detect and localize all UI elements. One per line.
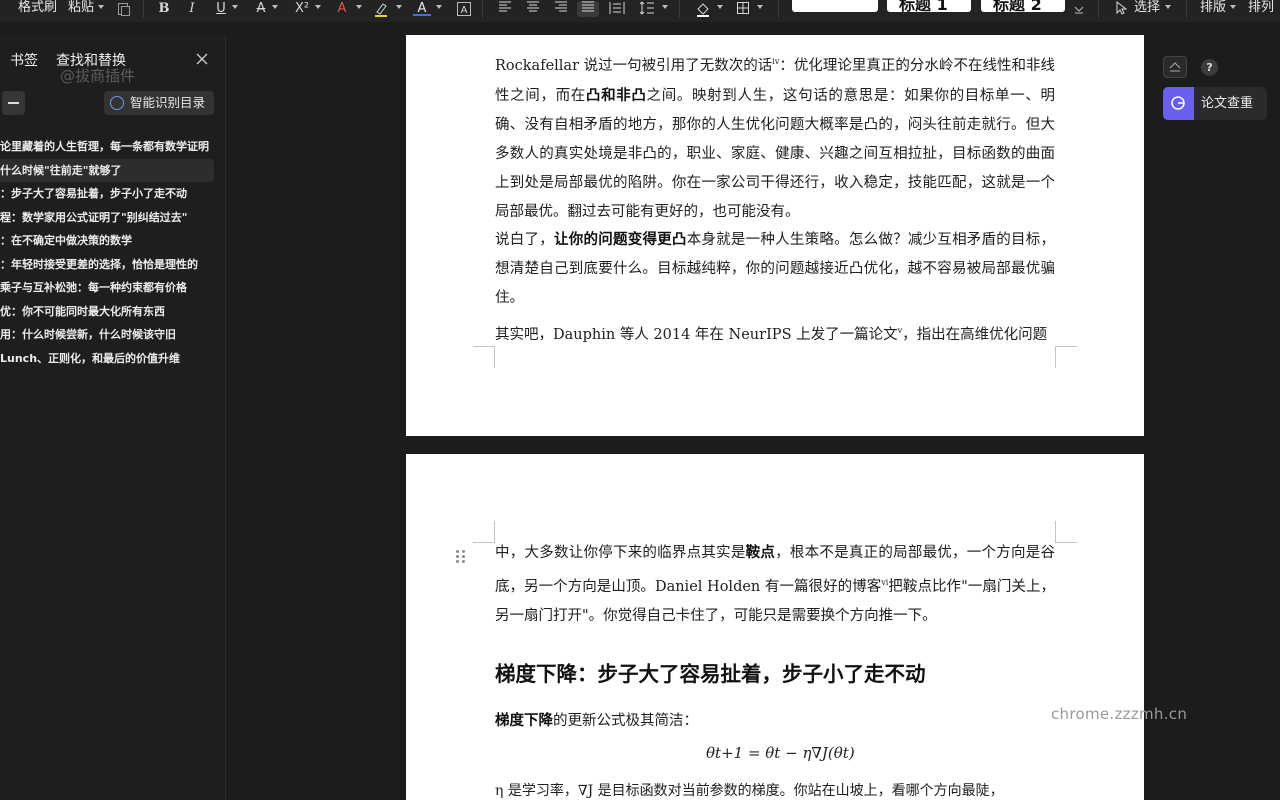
drag-handle-icon[interactable] xyxy=(456,548,466,564)
page-margin-corner xyxy=(1055,346,1077,368)
toc-item[interactable]: ：步子大了容易扯着，步子小了走不动 xyxy=(0,182,214,206)
italic-icon[interactable]: I xyxy=(181,1,203,17)
paper-check-label: 论文查重 xyxy=(1201,96,1254,111)
close-icon[interactable] xyxy=(195,51,209,65)
text-effect-icon[interactable]: A xyxy=(331,1,353,17)
select-button[interactable]: 选择 xyxy=(1134,0,1160,16)
toc-list: 论里藏着的人生哲理，每一条都有数学证明 什么时候"往前走"就够了 ：步子大了容易扯着… xyxy=(0,135,214,370)
select-chevron-down-icon[interactable] xyxy=(1165,5,1171,9)
paper-check-button[interactable]: 论文查重 xyxy=(1163,87,1267,120)
strikethrough-chevron-down-icon[interactable] xyxy=(272,5,278,9)
toolbar-divider xyxy=(482,0,483,18)
paragraph[interactable]: 其实吧，Dauphin 等人 2014 年在 NeurIPS 上发了一篇论文ⅴ，… xyxy=(495,316,1055,350)
font-color-icon[interactable]: A xyxy=(413,1,431,16)
styles-expand-icon[interactable] xyxy=(1068,3,1090,19)
toolbar-divider xyxy=(143,0,144,18)
highlight-chevron-down-icon[interactable] xyxy=(396,5,402,9)
paper-check-icon xyxy=(1163,87,1194,120)
line-spacing-icon[interactable] xyxy=(636,1,658,17)
toc-item[interactable]: 乘子与互补松弛：每一种约束都有价格 xyxy=(0,276,214,300)
paragraph[interactable]: Rockafellar 说过一句被引用了无数次的话ⅳ：优化理论里真正的分水岭不在… xyxy=(495,47,1055,227)
nav-top-button[interactable] xyxy=(1163,56,1187,78)
paragraph[interactable]: η 是学习率，∇J 是目标函数对当前参数的梯度。你站在山坡上，看哪个方向最陡， xyxy=(495,777,1055,800)
svg-text:A: A xyxy=(461,5,468,16)
ribbon-toolbar: 格式刷 粘贴 B I U A X² A A A 标题 1 标题 2 选择 排版 … xyxy=(0,0,1280,22)
site-watermark: chrome.zzzmh.cn xyxy=(1051,705,1188,723)
line-spacing-chevron-down-icon[interactable] xyxy=(662,5,668,9)
navigation-panel: 书签 查找和替换 @拔商插件 智能识别目录 论里藏着的人生哲理，每一条都有数学证… xyxy=(0,35,226,800)
superscript-chevron-down-icon[interactable] xyxy=(315,5,321,9)
clipboard-icon[interactable] xyxy=(113,1,135,17)
paragraph[interactable]: 梯度下降的更新公式极其简洁： xyxy=(495,706,1055,736)
ai-toc-button[interactable]: 智能识别目录 xyxy=(104,91,214,115)
document-page: 中，大多数让你停下来的临界点其实是鞍点，根本不是真正的局部最优，一个方向是谷底，… xyxy=(406,454,1144,800)
borders-chevron-down-icon[interactable] xyxy=(757,5,763,9)
toolbar-divider xyxy=(1098,0,1099,18)
ai-sparkle-icon xyxy=(110,96,124,110)
bold-icon[interactable]: B xyxy=(153,1,175,17)
align-right-icon[interactable] xyxy=(550,1,572,17)
paste-button[interactable]: 粘贴 xyxy=(68,0,94,16)
tab-bookmarks[interactable]: 书签 xyxy=(10,50,38,70)
strikethrough-icon[interactable]: A xyxy=(250,1,272,17)
superscript-icon[interactable]: X² xyxy=(291,1,313,17)
distributed-align-icon[interactable] xyxy=(606,1,628,17)
toolbar-divider xyxy=(679,0,680,18)
shading-chevron-down-icon[interactable] xyxy=(717,5,723,9)
justify-icon[interactable] xyxy=(577,1,599,17)
toc-item[interactable]: Lunch、正则化，和最后的价值升维 xyxy=(0,347,214,371)
typeset-chevron-down-icon[interactable] xyxy=(1230,5,1236,9)
toc-item[interactable]: 用：什么时候尝新，什么时候该守旧 xyxy=(0,323,214,347)
plugin-watermark: @拔商插件 xyxy=(60,67,136,85)
page-margin-corner xyxy=(473,521,495,543)
page-margin-corner xyxy=(1055,521,1077,543)
paragraph[interactable]: 说白了，让你的问题变得更凸本身就是一种人生策略。怎么做？减少互相矛盾的目标，想清… xyxy=(495,225,1055,313)
align-left-icon[interactable] xyxy=(494,1,516,17)
gradient-descent-formula[interactable]: θt+1 = θt − η∇J(θt) xyxy=(706,744,855,762)
shading-fill-icon[interactable] xyxy=(692,1,714,17)
style-heading1-button[interactable]: 标题 1 xyxy=(887,0,971,14)
toc-item[interactable]: 程：数学家用公式证明了"别纠结过去" xyxy=(0,206,214,230)
format-painter-button[interactable]: 格式刷 xyxy=(18,0,57,16)
collapse-button[interactable] xyxy=(2,91,25,115)
toc-item[interactable]: ：在不确定中做决策的数学 xyxy=(0,229,214,253)
arrange-button[interactable]: 排列 xyxy=(1248,0,1274,16)
page-margin-corner xyxy=(473,346,495,368)
underline-icon[interactable]: U xyxy=(210,1,232,17)
underline-chevron-down-icon[interactable] xyxy=(232,5,238,9)
toolbar-divider xyxy=(1186,0,1187,18)
document-page: Rockafellar 说过一句被引用了无数次的话ⅳ：优化理论里真正的分水岭不在… xyxy=(406,35,1144,436)
toc-item[interactable]: 论里藏着的人生哲理，每一条都有数学证明 xyxy=(0,135,214,159)
typeset-button[interactable]: 排版 xyxy=(1200,0,1226,16)
section-heading[interactable]: 梯度下降：步子大了容易扯着，步子小了走不动 xyxy=(495,657,926,687)
style-normal-button[interactable] xyxy=(792,0,878,12)
toc-item[interactable]: 优：你不可能同时最大化所有东西 xyxy=(0,300,214,324)
toc-item[interactable]: ：年轻时接受更差的选择，恰恰是理性的 xyxy=(0,253,214,277)
highlight-icon[interactable] xyxy=(370,1,392,17)
font-color-chevron-down-icon[interactable] xyxy=(436,5,442,9)
style-heading2-button[interactable]: 标题 2 xyxy=(981,0,1065,14)
select-cursor-icon[interactable] xyxy=(1110,1,1132,17)
borders-icon[interactable] xyxy=(732,1,754,17)
paragraph[interactable]: 中，大多数让你停下来的临界点其实是鞍点，根本不是真正的局部最优，一个方向是谷底，… xyxy=(495,538,1055,631)
character-border-icon[interactable]: A xyxy=(453,1,475,17)
toc-item[interactable]: 什么时候"往前走"就够了 xyxy=(0,158,214,182)
paste-chevron-down-icon[interactable] xyxy=(98,5,104,9)
ai-toc-label: 智能识别目录 xyxy=(130,95,206,110)
toolbar-divider xyxy=(778,0,779,18)
help-icon[interactable]: ? xyxy=(1201,59,1218,76)
text-effect-chevron-down-icon[interactable] xyxy=(356,5,362,9)
align-center-icon[interactable] xyxy=(522,1,544,17)
